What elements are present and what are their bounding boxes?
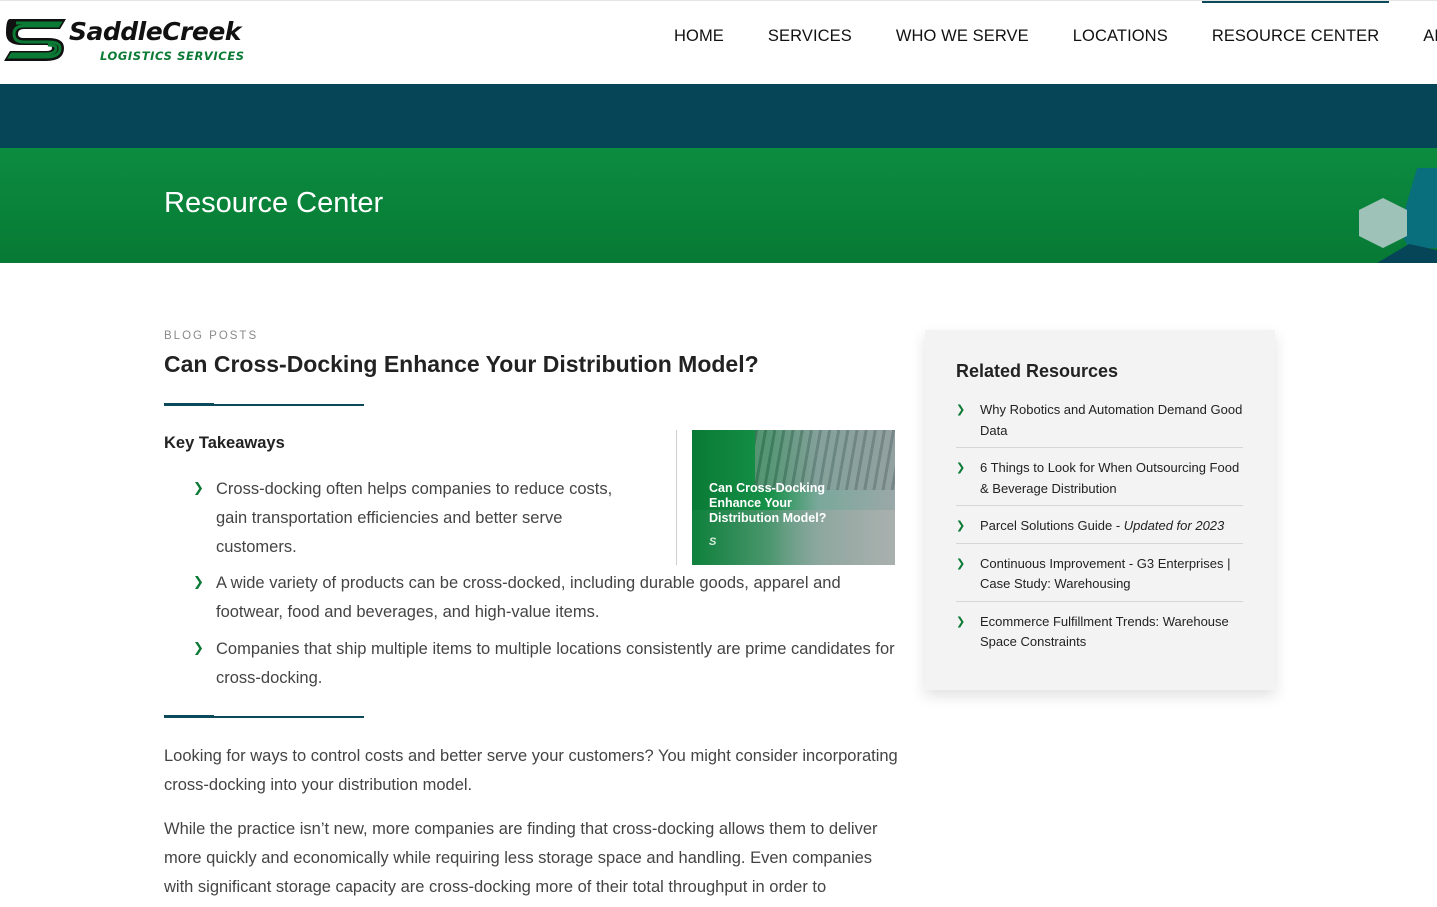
takeaway-item: Companies that ship multiple items to mu… — [216, 640, 895, 687]
hero-top-band — [0, 84, 1437, 148]
divider — [164, 403, 364, 406]
related-resource-link[interactable]: ❯ Parcel Solutions Guide - Updated for 2… — [956, 516, 1243, 544]
related-resource-link[interactable]: ❯ Why Robotics and Automation Demand Goo… — [956, 400, 1243, 448]
logo-tagline: LOGISTICS SERVICES — [100, 49, 245, 63]
nav-about[interactable]: ABOUT — [1423, 27, 1437, 51]
chevron-right-icon: ❯ — [193, 480, 204, 495]
related-resource-link[interactable]: ❯ Ecommerce Fulfillment Trends: Warehous… — [956, 612, 1243, 659]
article-paragraph: While the practice isn’t new, more compa… — [164, 820, 878, 896]
related-resource-link[interactable]: ❯ 6 Things to Look for When Outsourcing … — [956, 458, 1243, 506]
chevron-right-icon: ❯ — [956, 520, 966, 532]
chevron-right-icon: ❯ — [956, 557, 966, 570]
nav-locations[interactable]: LOCATIONS — [1073, 27, 1168, 51]
nav-resource-center[interactable]: RESOURCE CENTER — [1201, 1, 1390, 51]
article-category[interactable]: BLOG POSTS — [164, 330, 258, 342]
saddle-creek-logo[interactable]: SaddleCreek LOGISTICS SERVICES — [2, 15, 245, 65]
divider — [164, 715, 364, 718]
article-paragraph: Looking for ways to control costs and be… — [164, 747, 898, 794]
takeaway-item: A wide variety of products can be cross-… — [216, 574, 841, 621]
article-thumbnail: Can Cross-Docking Enhance Your Distribut… — [692, 430, 895, 565]
chevron-right-icon: ❯ — [193, 574, 204, 589]
key-takeaways-heading: Key Takeaways — [164, 434, 285, 452]
chevron-right-icon: ❯ — [956, 615, 966, 628]
related-resources-panel: Related Resources ❯ Why Robotics and Aut… — [925, 330, 1275, 690]
logo-wordmark: SaddleCreek — [69, 17, 241, 46]
hexagon-decoration-icon — [1359, 168, 1437, 263]
nav-services[interactable]: SERVICES — [768, 27, 852, 51]
chevron-right-icon: ❯ — [956, 404, 966, 416]
nav-home[interactable]: HOME — [674, 27, 724, 51]
s-logo-icon — [4, 19, 66, 61]
takeaway-item: Cross-docking often helps companies to r… — [216, 480, 613, 556]
related-resources-title: Related Resources — [956, 361, 1119, 381]
page-title: Resource Center — [164, 187, 384, 219]
article-title: Can Cross-Docking Enhance Your Distribut… — [164, 351, 759, 377]
chevron-right-icon: ❯ — [956, 462, 966, 474]
image-divider — [676, 430, 677, 565]
s-logo-icon: S — [709, 536, 717, 548]
site-header: SaddleCreek LOGISTICS SERVICES HOME SERV… — [0, 0, 1437, 84]
related-resources-list: ❯ Why Robotics and Automation Demand Goo… — [956, 400, 1243, 669]
thumbnail-caption: Can Cross-Docking Enhance Your Distribut… — [709, 481, 827, 525]
nav-who-we-serve[interactable]: WHO WE SERVE — [896, 27, 1029, 51]
related-resource-link[interactable]: ❯ Continuous Improvement - G3 Enterprise… — [956, 554, 1243, 602]
main-nav: HOME SERVICES WHO WE SERVE LOCATIONS RES… — [652, 1, 1437, 51]
chevron-right-icon: ❯ — [193, 640, 204, 655]
hero-banner: Resource Center — [0, 148, 1437, 263]
